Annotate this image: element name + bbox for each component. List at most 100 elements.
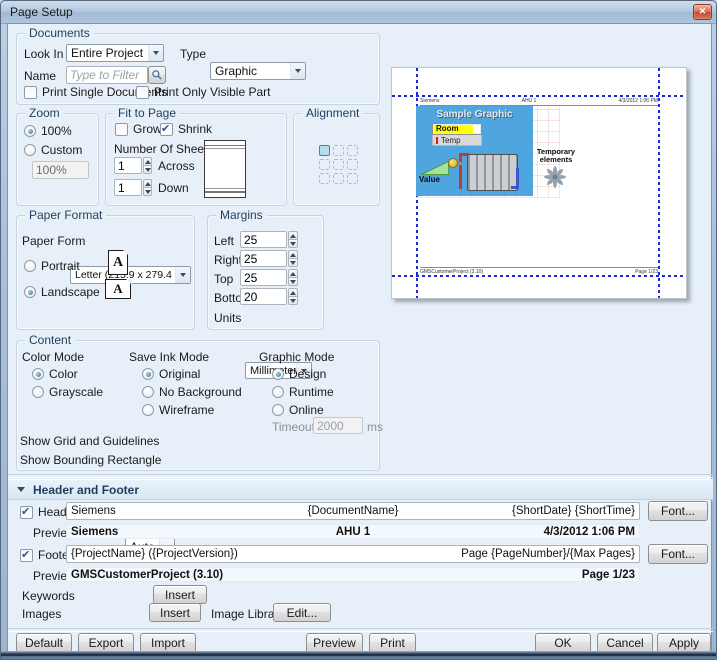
- bottombar-divider: [8, 628, 713, 632]
- default-button[interactable]: Default: [16, 633, 72, 653]
- footer-template-field[interactable]: {ProjectName} ({ProjectVersion}) Page {P…: [66, 545, 640, 563]
- alignment-cell-bottom-center[interactable]: [333, 173, 344, 184]
- landscape-icon: A: [105, 279, 131, 299]
- margin-bottom-stepper: [240, 288, 298, 305]
- import-button[interactable]: Import: [140, 633, 196, 653]
- margin-right-arrows[interactable]: [288, 250, 298, 267]
- page-header-row: Siemens AHU 1 4/3/2012 1:06 PM: [420, 98, 658, 104]
- chevron-down-icon: [17, 487, 25, 492]
- online-radio[interactable]: [272, 404, 284, 416]
- portrait-radio[interactable]: [24, 260, 36, 272]
- grayscale-row: Grayscale: [32, 385, 103, 399]
- close-icon[interactable]: ✕: [693, 4, 712, 20]
- print-only-visible-label: Print Only Visible Part: [154, 85, 271, 99]
- number-of-sheets-label: Number Of Sheets: [114, 142, 213, 156]
- grow-checkbox[interactable]: [115, 123, 128, 136]
- header-template-field[interactable]: Siemens {DocumentName} {ShortDate} {Shor…: [66, 502, 640, 520]
- shrink-checkbox[interactable]: [160, 123, 173, 136]
- design-label: Design: [289, 367, 326, 381]
- alignment-cell-middle-center[interactable]: [333, 159, 344, 170]
- margin-left-arrows[interactable]: [288, 231, 298, 248]
- dialog-title: Page Setup: [10, 5, 73, 19]
- look-in-select[interactable]: Entire Project: [66, 44, 164, 62]
- portrait-row: Portrait: [24, 259, 80, 273]
- margin-left-input[interactable]: [240, 231, 287, 248]
- original-label: Original: [159, 367, 200, 381]
- alignment-cell-top-left[interactable]: [319, 145, 330, 156]
- window-bottom-edge: [1, 651, 716, 659]
- wireframe-radio[interactable]: [142, 404, 154, 416]
- print-single-documents-checkbox[interactable]: [24, 86, 37, 99]
- print-button[interactable]: Print: [369, 633, 416, 653]
- grow-label: Grow: [133, 122, 162, 136]
- color-mode-label: Color Mode: [22, 350, 84, 364]
- header-preview-right: 4/3/2012 1:06 PM: [447, 526, 635, 538]
- header-center-text: {DocumentName}: [259, 505, 447, 517]
- image-library-edit-button[interactable]: Edit...: [273, 603, 331, 622]
- header-checkbox[interactable]: [20, 506, 33, 519]
- no-background-row: No Background: [142, 385, 242, 399]
- alignment-cell-top-right[interactable]: [347, 145, 358, 156]
- margin-bottom-input[interactable]: [240, 288, 287, 305]
- chevron-down-icon: [175, 267, 190, 283]
- landscape-radio[interactable]: [24, 286, 36, 298]
- keywords-insert-button[interactable]: Insert: [153, 585, 207, 604]
- alignment-cell-middle-right[interactable]: [347, 159, 358, 170]
- images-insert-button[interactable]: Insert: [149, 603, 201, 622]
- export-button[interactable]: Export: [78, 633, 134, 653]
- margin-right-label: Right: [214, 253, 242, 267]
- margin-bottom-arrows[interactable]: [288, 288, 298, 305]
- room-value-field: [473, 125, 480, 133]
- margin-right-input[interactable]: [240, 250, 287, 267]
- margin-top-label: Top: [214, 272, 233, 286]
- original-radio[interactable]: [142, 368, 154, 380]
- alignment-cell-bottom-left[interactable]: [319, 173, 330, 184]
- zoom-100-radio[interactable]: [24, 125, 36, 137]
- footer-font-button[interactable]: Font...: [648, 544, 708, 564]
- sheets-across-input[interactable]: [114, 157, 142, 174]
- footer-checkbox[interactable]: [20, 549, 33, 562]
- page-setup-dialog: Page Setup ✕ Documents Look In Entire Pr…: [0, 0, 717, 660]
- alignment-cell-middle-left[interactable]: [319, 159, 330, 170]
- portrait-icon: A: [108, 250, 128, 275]
- zoom-custom-radio[interactable]: [24, 144, 36, 156]
- design-row: Design: [272, 367, 326, 381]
- header-right-text: {ShortDate} {ShortTime}: [447, 505, 635, 517]
- title-bar[interactable]: Page Setup ✕: [1, 1, 716, 24]
- design-radio[interactable]: [272, 368, 284, 380]
- grayscale-radio[interactable]: [32, 386, 44, 398]
- name-filter-input[interactable]: [66, 66, 148, 84]
- sheets-down-input[interactable]: [114, 179, 142, 196]
- preview-button[interactable]: Preview: [306, 633, 363, 653]
- color-row: Color: [32, 367, 78, 381]
- value-label: Value: [419, 175, 440, 184]
- margin-top-arrows[interactable]: [288, 269, 298, 286]
- ok-button[interactable]: OK: [535, 633, 591, 653]
- alignment-cell-bottom-right[interactable]: [347, 173, 358, 184]
- landscape-label: Landscape: [41, 285, 100, 299]
- type-select[interactable]: Graphic: [210, 62, 306, 80]
- no-background-label: No Background: [159, 385, 242, 399]
- no-background-radio[interactable]: [142, 386, 154, 398]
- print-only-visible-checkbox[interactable]: [136, 86, 149, 99]
- runtime-radio[interactable]: [272, 386, 284, 398]
- alignment-group-label: Alignment: [302, 106, 363, 120]
- value-ramp-icon: [421, 161, 449, 175]
- blue-pipe: [511, 186, 519, 189]
- dialog-body: Documents Look In Entire Project Type Gr…: [7, 23, 712, 653]
- header-font-button[interactable]: Font...: [648, 501, 708, 521]
- zoom-custom-input[interactable]: [32, 161, 89, 179]
- alignment-cell-top-center[interactable]: [333, 145, 344, 156]
- down-label: Down: [158, 181, 189, 195]
- sheets-across-arrows[interactable]: [143, 157, 152, 174]
- apply-button[interactable]: Apply: [657, 633, 711, 653]
- header-footer-expander[interactable]: Header and Footer: [8, 479, 713, 500]
- timeout-unit-label: ms: [367, 420, 383, 434]
- search-button[interactable]: [148, 66, 166, 84]
- color-radio[interactable]: [32, 368, 44, 380]
- sheets-down-arrows[interactable]: [143, 179, 152, 196]
- fit-to-page-group-label: Fit to Page: [114, 106, 180, 120]
- timeout-input[interactable]: [313, 417, 363, 434]
- cancel-button[interactable]: Cancel: [597, 633, 653, 653]
- margin-top-input[interactable]: [240, 269, 287, 286]
